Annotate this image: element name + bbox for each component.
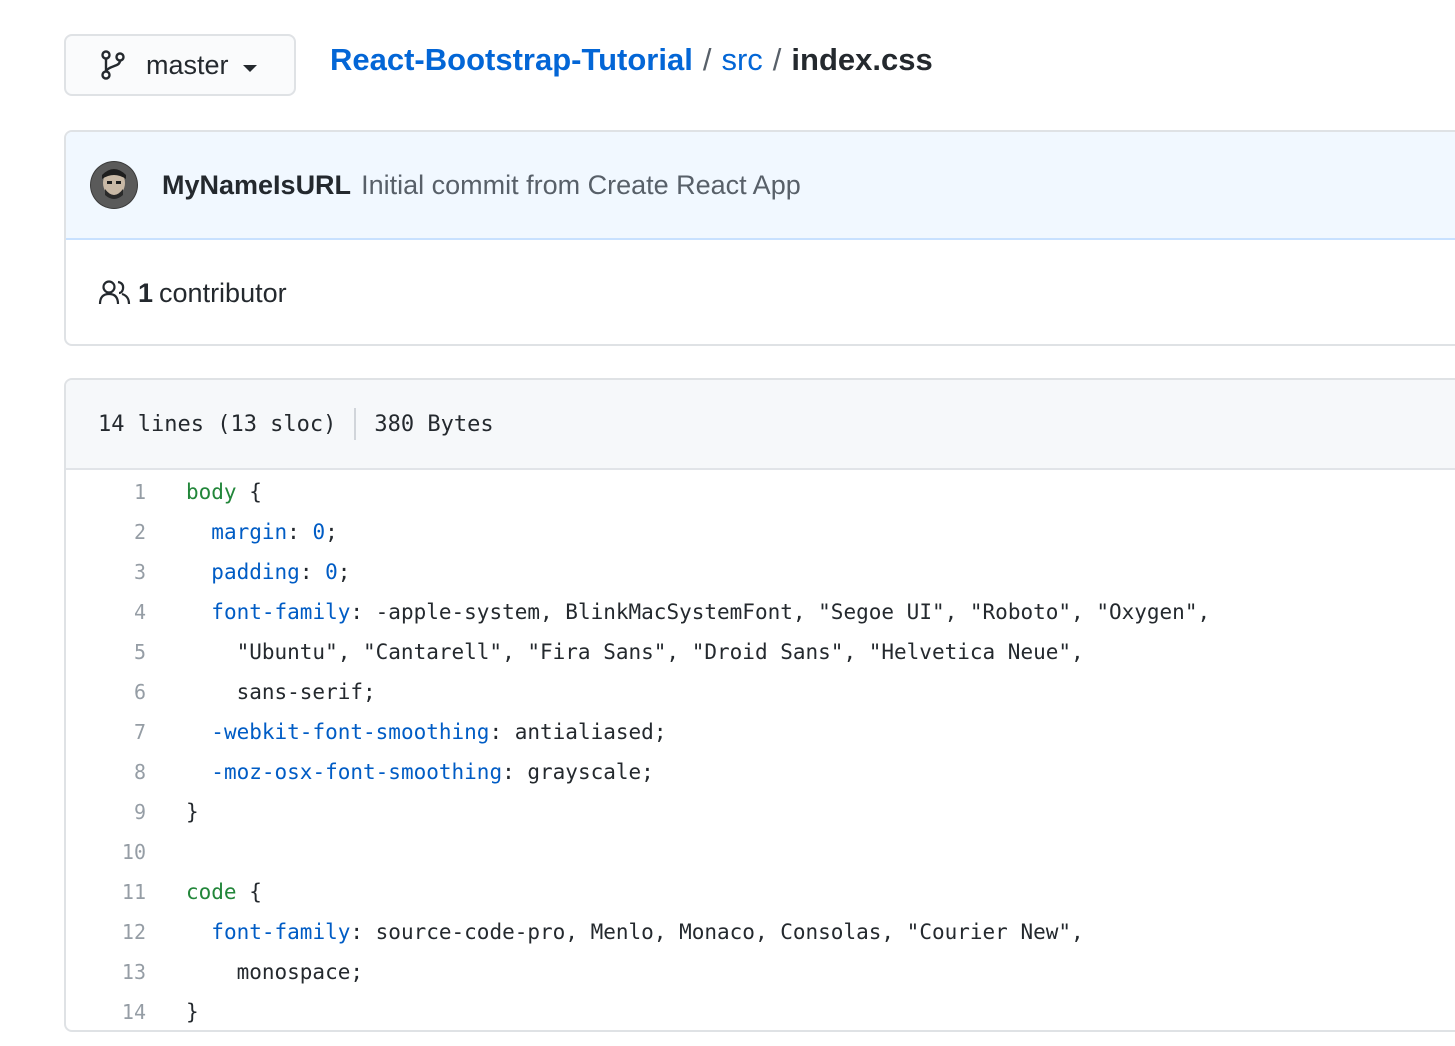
breadcrumb-repo-link[interactable]: React-Bootstrap-Tutorial bbox=[330, 42, 693, 78]
file-header: 14 lines (13 sloc) 380 Bytes bbox=[66, 380, 1455, 470]
contributor-label: contributor bbox=[159, 277, 287, 308]
line-number[interactable]: 5 bbox=[66, 632, 186, 672]
code-line: 1 body { bbox=[66, 472, 1210, 512]
code-line: 14} bbox=[66, 992, 1210, 1030]
code-content: -webkit-font-smoothing: antialiased; bbox=[211, 720, 667, 744]
breadcrumb: React-Bootstrap-Tutorial / src / index.c… bbox=[330, 38, 933, 82]
line-number[interactable]: 10 bbox=[66, 832, 186, 872]
line-number[interactable]: 12 bbox=[66, 912, 186, 952]
git-branch-icon bbox=[100, 49, 126, 81]
code-content: -moz-osx-font-smoothing: grayscale; bbox=[211, 760, 654, 784]
file-info-divider bbox=[354, 408, 357, 440]
user-avatar[interactable] bbox=[90, 161, 138, 209]
code-content: font-family: source-code-pro, Menlo, Mon… bbox=[211, 920, 1084, 944]
file-size: 380 Bytes bbox=[374, 411, 494, 437]
commit-message-link[interactable]: Initial commit from Create React App bbox=[361, 170, 801, 201]
code-content: monospace; bbox=[186, 960, 364, 984]
breadcrumb-file-name: index.css bbox=[791, 42, 933, 77]
code-line: 8 -moz-osx-font-smoothing: grayscale; bbox=[66, 752, 1210, 792]
branch-name: master bbox=[146, 49, 229, 80]
line-number[interactable]: 11 bbox=[66, 872, 186, 912]
line-number[interactable]: 13 bbox=[66, 952, 186, 992]
code-content: font-family: -apple-system, BlinkMacSyst… bbox=[211, 600, 1211, 624]
code-line: 3 padding: 0; bbox=[66, 552, 1210, 592]
code-line: 11 code { bbox=[66, 872, 1210, 912]
line-number[interactable]: 1 bbox=[66, 472, 186, 512]
breadcrumb-separator: / bbox=[772, 42, 782, 77]
branch-selector-button[interactable]: master bbox=[64, 34, 296, 96]
file-viewer: 14 lines (13 sloc) 380 Bytes 1 body {2 ma… bbox=[64, 378, 1455, 1032]
code-content: "Ubuntu", "Cantarell", "Fira Sans", "Dro… bbox=[186, 640, 1084, 664]
code-line: 10 bbox=[66, 832, 1210, 872]
code-content: body { bbox=[186, 480, 262, 504]
code-line: 9} bbox=[66, 792, 1210, 832]
code-table: 1 body {2 margin: 0; 3 padding: 0; 4 font-f… bbox=[66, 472, 1210, 1030]
code-content: sans-serif; bbox=[186, 680, 376, 704]
code-line: 7 -webkit-font-smoothing: antialiased; bbox=[66, 712, 1210, 752]
code-content: } bbox=[186, 800, 199, 824]
line-number[interactable]: 14 bbox=[66, 992, 186, 1030]
code-line: 2 margin: 0; bbox=[66, 512, 1210, 552]
people-icon bbox=[98, 279, 132, 307]
commit-author-link[interactable]: MyNameIsURL bbox=[162, 170, 351, 201]
file-line-count: 14 lines (13 sloc) bbox=[98, 411, 337, 437]
line-number[interactable]: 2 bbox=[66, 512, 186, 552]
code-line: 12 font-family: source-code-pro, Menlo, … bbox=[66, 912, 1210, 952]
code-content: padding: 0; bbox=[211, 560, 351, 584]
breadcrumb-separator: / bbox=[702, 42, 712, 77]
line-number[interactable]: 8 bbox=[66, 752, 186, 792]
line-number[interactable]: 4 bbox=[66, 592, 186, 632]
code-line: 5 "Ubuntu", "Cantarell", "Fira Sans", "D… bbox=[66, 632, 1210, 672]
contributors-row[interactable]: 1 contributor bbox=[66, 240, 1455, 344]
commit-info-box: MyNameIsURL Initial commit from Create R… bbox=[64, 130, 1455, 346]
contributor-count: 1 bbox=[138, 277, 154, 308]
latest-commit-row: MyNameIsURL Initial commit from Create R… bbox=[66, 132, 1455, 240]
code-line: 4 font-family: -apple-system, BlinkMacSy… bbox=[66, 592, 1210, 632]
code-content: } bbox=[186, 1000, 199, 1024]
line-number[interactable]: 3 bbox=[66, 552, 186, 592]
code-content: code { bbox=[186, 880, 262, 904]
code-line: 13 monospace; bbox=[66, 952, 1210, 992]
line-number[interactable]: 7 bbox=[66, 712, 186, 752]
breadcrumb-folder-link[interactable]: src bbox=[721, 42, 762, 78]
line-number[interactable]: 6 bbox=[66, 672, 186, 712]
line-number[interactable]: 9 bbox=[66, 792, 186, 832]
chevron-down-icon bbox=[242, 64, 257, 72]
code-line: 6 sans-serif; bbox=[66, 672, 1210, 712]
code-content: margin: 0; bbox=[211, 520, 338, 544]
code-content bbox=[186, 832, 1210, 872]
